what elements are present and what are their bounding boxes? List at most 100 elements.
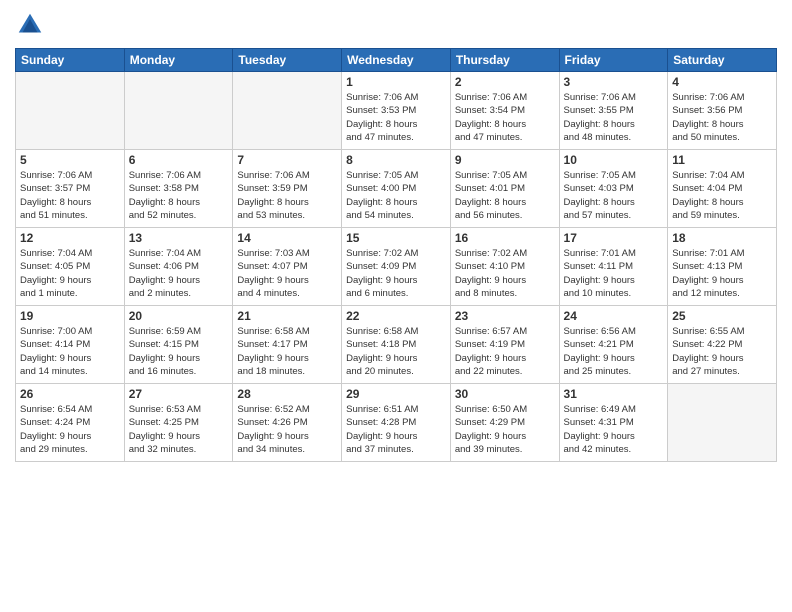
calendar-day-cell: 12 Sunrise: 7:04 AM Sunset: 4:05 PM Dayli… xyxy=(16,228,125,306)
day-number: 14 xyxy=(237,231,337,245)
day-info: Sunrise: 7:05 AM Sunset: 4:03 PM Dayligh… xyxy=(564,169,664,222)
calendar-day-cell xyxy=(124,72,233,150)
calendar-day-header: Saturday xyxy=(668,49,777,72)
day-info: Sunrise: 7:06 AM Sunset: 3:54 PM Dayligh… xyxy=(455,91,555,144)
calendar-day-cell: 11 Sunrise: 7:04 AM Sunset: 4:04 PM Dayli… xyxy=(668,150,777,228)
day-info: Sunrise: 6:57 AM Sunset: 4:19 PM Dayligh… xyxy=(455,325,555,378)
day-info: Sunrise: 7:02 AM Sunset: 4:09 PM Dayligh… xyxy=(346,247,446,300)
calendar-day-header: Wednesday xyxy=(342,49,451,72)
page: SundayMondayTuesdayWednesdayThursdayFrid… xyxy=(0,0,792,612)
day-number: 10 xyxy=(564,153,664,167)
calendar-day-cell: 28 Sunrise: 6:52 AM Sunset: 4:26 PM Dayli… xyxy=(233,384,342,462)
day-info: Sunrise: 7:00 AM Sunset: 4:14 PM Dayligh… xyxy=(20,325,120,378)
calendar-header-row: SundayMondayTuesdayWednesdayThursdayFrid… xyxy=(16,49,777,72)
day-info: Sunrise: 6:51 AM Sunset: 4:28 PM Dayligh… xyxy=(346,403,446,456)
day-number: 12 xyxy=(20,231,120,245)
calendar-day-cell: 3 Sunrise: 7:06 AM Sunset: 3:55 PM Daylig… xyxy=(559,72,668,150)
day-number: 2 xyxy=(455,75,555,89)
calendar-day-header: Sunday xyxy=(16,49,125,72)
calendar-day-cell: 15 Sunrise: 7:02 AM Sunset: 4:09 PM Dayli… xyxy=(342,228,451,306)
calendar-day-cell: 18Sunrise: 7:01 AM Sunset: 4:13 PM Dayli… xyxy=(668,228,777,306)
day-info: Sunrise: 7:06 AM Sunset: 3:53 PM Dayligh… xyxy=(346,91,446,144)
calendar-day-cell: 25Sunrise: 6:55 AM Sunset: 4:22 PM Dayli… xyxy=(668,306,777,384)
day-info: Sunrise: 6:52 AM Sunset: 4:26 PM Dayligh… xyxy=(237,403,337,456)
day-info: Sunrise: 7:06 AM Sunset: 3:58 PM Dayligh… xyxy=(129,169,229,222)
day-info: Sunrise: 6:53 AM Sunset: 4:25 PM Dayligh… xyxy=(129,403,229,456)
calendar-day-cell: 29Sunrise: 6:51 AM Sunset: 4:28 PM Dayli… xyxy=(342,384,451,462)
logo xyxy=(15,10,49,40)
calendar-day-cell xyxy=(16,72,125,150)
day-info: Sunrise: 6:54 AM Sunset: 4:24 PM Dayligh… xyxy=(20,403,120,456)
calendar-day-cell: 24Sunrise: 6:56 AM Sunset: 4:21 PM Dayli… xyxy=(559,306,668,384)
day-info: Sunrise: 7:02 AM Sunset: 4:10 PM Dayligh… xyxy=(455,247,555,300)
calendar-day-header: Tuesday xyxy=(233,49,342,72)
calendar-day-cell: 21 Sunrise: 6:58 AM Sunset: 4:17 PM Dayli… xyxy=(233,306,342,384)
calendar-day-header: Friday xyxy=(559,49,668,72)
calendar-day-cell: 17Sunrise: 7:01 AM Sunset: 4:11 PM Dayli… xyxy=(559,228,668,306)
day-number: 31 xyxy=(564,387,664,401)
day-info: Sunrise: 7:05 AM Sunset: 4:00 PM Dayligh… xyxy=(346,169,446,222)
day-info: Sunrise: 7:06 AM Sunset: 3:57 PM Dayligh… xyxy=(20,169,120,222)
day-info: Sunrise: 7:06 AM Sunset: 3:56 PM Dayligh… xyxy=(672,91,772,144)
calendar-day-cell: 27 Sunrise: 6:53 AM Sunset: 4:25 PM Dayli… xyxy=(124,384,233,462)
calendar-week-row: 12 Sunrise: 7:04 AM Sunset: 4:05 PM Dayli… xyxy=(16,228,777,306)
calendar-day-cell: 8 Sunrise: 7:05 AM Sunset: 4:00 PM Daylig… xyxy=(342,150,451,228)
day-info: Sunrise: 6:58 AM Sunset: 4:18 PM Dayligh… xyxy=(346,325,446,378)
day-number: 21 xyxy=(237,309,337,323)
calendar-day-cell: 10 Sunrise: 7:05 AM Sunset: 4:03 PM Dayli… xyxy=(559,150,668,228)
calendar-day-cell: 14Sunrise: 7:03 AM Sunset: 4:07 PM Dayli… xyxy=(233,228,342,306)
day-info: Sunrise: 6:50 AM Sunset: 4:29 PM Dayligh… xyxy=(455,403,555,456)
calendar-day-cell: 30Sunrise: 6:50 AM Sunset: 4:29 PM Dayli… xyxy=(450,384,559,462)
calendar-week-row: 1 Sunrise: 7:06 AM Sunset: 3:53 PM Daylig… xyxy=(16,72,777,150)
calendar-day-header: Monday xyxy=(124,49,233,72)
calendar-day-cell: 26 Sunrise: 6:54 AM Sunset: 4:24 PM Dayli… xyxy=(16,384,125,462)
day-number: 7 xyxy=(237,153,337,167)
day-number: 3 xyxy=(564,75,664,89)
day-number: 20 xyxy=(129,309,229,323)
calendar-day-cell: 1 Sunrise: 7:06 AM Sunset: 3:53 PM Daylig… xyxy=(342,72,451,150)
calendar-day-cell xyxy=(233,72,342,150)
day-number: 27 xyxy=(129,387,229,401)
day-number: 6 xyxy=(129,153,229,167)
logo-icon xyxy=(15,10,45,40)
calendar-day-cell xyxy=(668,384,777,462)
calendar-day-cell: 13 Sunrise: 7:04 AM Sunset: 4:06 PM Dayli… xyxy=(124,228,233,306)
calendar-day-cell: 19 Sunrise: 7:00 AM Sunset: 4:14 PM Dayli… xyxy=(16,306,125,384)
day-number: 22 xyxy=(346,309,446,323)
day-info: Sunrise: 7:04 AM Sunset: 4:06 PM Dayligh… xyxy=(129,247,229,300)
day-number: 8 xyxy=(346,153,446,167)
calendar-week-row: 26 Sunrise: 6:54 AM Sunset: 4:24 PM Dayli… xyxy=(16,384,777,462)
day-number: 15 xyxy=(346,231,446,245)
calendar-week-row: 5Sunrise: 7:06 AM Sunset: 3:57 PM Daylig… xyxy=(16,150,777,228)
day-info: Sunrise: 7:04 AM Sunset: 4:05 PM Dayligh… xyxy=(20,247,120,300)
day-info: Sunrise: 7:01 AM Sunset: 4:11 PM Dayligh… xyxy=(564,247,664,300)
calendar-day-cell: 6 Sunrise: 7:06 AM Sunset: 3:58 PM Daylig… xyxy=(124,150,233,228)
calendar-day-cell: 16Sunrise: 7:02 AM Sunset: 4:10 PM Dayli… xyxy=(450,228,559,306)
day-number: 23 xyxy=(455,309,555,323)
day-number: 26 xyxy=(20,387,120,401)
day-info: Sunrise: 7:04 AM Sunset: 4:04 PM Dayligh… xyxy=(672,169,772,222)
day-info: Sunrise: 7:05 AM Sunset: 4:01 PM Dayligh… xyxy=(455,169,555,222)
day-info: Sunrise: 6:59 AM Sunset: 4:15 PM Dayligh… xyxy=(129,325,229,378)
calendar-day-header: Thursday xyxy=(450,49,559,72)
day-number: 13 xyxy=(129,231,229,245)
calendar-day-cell: 9 Sunrise: 7:05 AM Sunset: 4:01 PM Daylig… xyxy=(450,150,559,228)
day-number: 9 xyxy=(455,153,555,167)
calendar-day-cell: 22 Sunrise: 6:58 AM Sunset: 4:18 PM Dayli… xyxy=(342,306,451,384)
day-number: 24 xyxy=(564,309,664,323)
calendar-week-row: 19 Sunrise: 7:00 AM Sunset: 4:14 PM Dayli… xyxy=(16,306,777,384)
day-number: 18 xyxy=(672,231,772,245)
day-number: 1 xyxy=(346,75,446,89)
day-info: Sunrise: 7:06 AM Sunset: 3:55 PM Dayligh… xyxy=(564,91,664,144)
calendar-day-cell: 31Sunrise: 6:49 AM Sunset: 4:31 PM Dayli… xyxy=(559,384,668,462)
calendar-day-cell: 5Sunrise: 7:06 AM Sunset: 3:57 PM Daylig… xyxy=(16,150,125,228)
calendar-day-cell: 23 Sunrise: 6:57 AM Sunset: 4:19 PM Dayli… xyxy=(450,306,559,384)
day-number: 4 xyxy=(672,75,772,89)
day-number: 11 xyxy=(672,153,772,167)
calendar-day-cell: 20 Sunrise: 6:59 AM Sunset: 4:15 PM Dayli… xyxy=(124,306,233,384)
day-number: 19 xyxy=(20,309,120,323)
day-info: Sunrise: 6:58 AM Sunset: 4:17 PM Dayligh… xyxy=(237,325,337,378)
header xyxy=(15,10,777,40)
calendar-day-cell: 2 Sunrise: 7:06 AM Sunset: 3:54 PM Daylig… xyxy=(450,72,559,150)
day-number: 28 xyxy=(237,387,337,401)
